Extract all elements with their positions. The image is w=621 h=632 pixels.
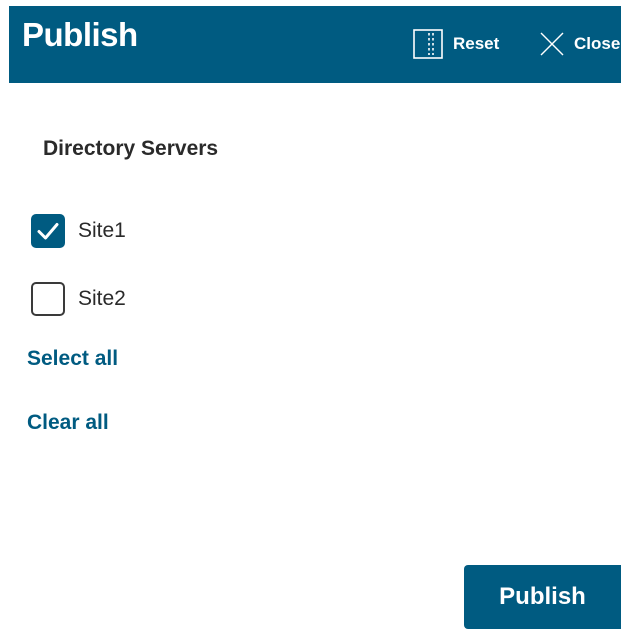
site2-checkbox[interactable] [31, 282, 65, 316]
close-label: Close [574, 34, 621, 53]
site-option-site1[interactable]: Site1 [31, 214, 126, 248]
check-icon [37, 223, 59, 240]
publish-button[interactable]: Publish [464, 565, 621, 629]
panel-header: Publish Reset Close [9, 6, 621, 83]
publish-panel: Publish Reset Close Directory Servers Si… [0, 0, 621, 632]
reset-button[interactable]: Reset [413, 29, 499, 59]
clear-all-link[interactable]: Clear all [27, 411, 109, 435]
site-option-site2[interactable]: Site2 [31, 282, 126, 316]
site1-label: Site1 [78, 219, 126, 242]
reset-icon [413, 29, 443, 59]
panel-title: Publish [22, 16, 138, 53]
close-icon [538, 30, 566, 58]
site1-checkbox[interactable] [31, 214, 65, 248]
site2-label: Site2 [78, 287, 126, 310]
select-all-link[interactable]: Select all [27, 347, 118, 371]
reset-label: Reset [453, 34, 500, 53]
directory-servers-heading: Directory Servers [43, 137, 219, 160]
close-button[interactable]: Close [538, 29, 620, 59]
